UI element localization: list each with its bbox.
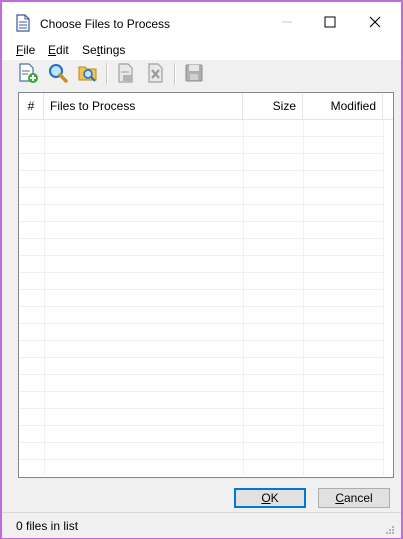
row-gridline [19, 374, 383, 375]
column-header-size[interactable]: Size [243, 93, 303, 119]
column-gridline [243, 120, 244, 476]
clear-list-button[interactable] [144, 62, 168, 86]
menu-settings[interactable]: Settings [82, 43, 125, 57]
document-icon [16, 14, 30, 32]
menu-edit[interactable]: Edit [48, 43, 69, 57]
row-gridline [19, 153, 383, 154]
list-header: # Files to Process Size Modified [19, 93, 393, 120]
status-bar: 0 files in list [2, 512, 401, 538]
cancel-button[interactable]: Cancel [318, 488, 390, 508]
search-files-button[interactable] [46, 62, 70, 86]
row-gridline [19, 306, 383, 307]
browse-folder-button[interactable] [76, 62, 100, 86]
menu-bar: File Edit Settings [2, 40, 401, 60]
row-gridline [19, 425, 383, 426]
row-gridline [19, 459, 383, 460]
column-header-files[interactable]: Files to Process [44, 93, 243, 119]
maximize-button[interactable] [310, 8, 350, 36]
column-header-number[interactable]: # [19, 93, 44, 119]
remove-file-icon [115, 62, 137, 87]
row-gridline [19, 204, 383, 205]
clear-list-icon [145, 62, 167, 87]
list-body[interactable] [19, 120, 393, 476]
minimize-button[interactable] [267, 8, 307, 36]
row-gridline [19, 357, 383, 358]
files-list[interactable]: # Files to Process Size Modified [18, 92, 394, 478]
row-gridline [19, 391, 383, 392]
column-gridline [44, 120, 45, 476]
row-gridline [19, 272, 383, 273]
close-button[interactable] [355, 8, 395, 36]
row-gridline [19, 442, 383, 443]
toolbar-separator [174, 63, 176, 85]
toolbar-separator [106, 63, 108, 85]
column-header-modified[interactable]: Modified [303, 93, 383, 119]
row-gridline [19, 340, 383, 341]
toolbar [2, 60, 401, 88]
remove-file-button[interactable] [114, 62, 138, 86]
add-file-icon [17, 62, 39, 87]
window-title: Choose Files to Process [40, 17, 171, 31]
choose-files-dialog: Choose Files to Process File Edit Settin… [0, 0, 403, 539]
save-list-button[interactable] [182, 62, 206, 86]
column-gridline [383, 120, 384, 476]
row-gridline [19, 408, 383, 409]
add-files-button[interactable] [16, 62, 40, 86]
search-icon [47, 62, 69, 87]
row-gridline [19, 170, 383, 171]
save-icon [183, 62, 205, 87]
column-gridline [303, 120, 304, 476]
row-gridline [19, 323, 383, 324]
row-gridline [19, 187, 383, 188]
row-gridline [19, 238, 383, 239]
browse-folder-icon [77, 62, 99, 87]
row-gridline [19, 221, 383, 222]
ok-button[interactable]: OK [234, 488, 306, 508]
resize-grip-icon[interactable] [385, 524, 395, 534]
status-text: 0 files in list [16, 519, 79, 533]
row-gridline [19, 255, 383, 256]
row-gridline [19, 289, 383, 290]
title-bar[interactable]: Choose Files to Process [2, 2, 401, 40]
row-gridline [19, 136, 383, 137]
menu-file[interactable]: File [16, 43, 35, 57]
